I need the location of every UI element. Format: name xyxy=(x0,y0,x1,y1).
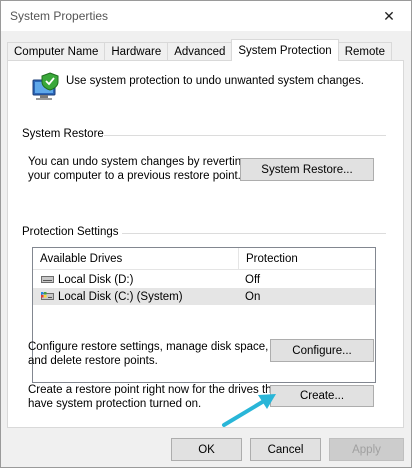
configure-description: Configure restore settings, manage disk … xyxy=(28,340,268,368)
computer-shield-icon xyxy=(32,72,59,100)
tab-label: System Protection xyxy=(238,44,332,57)
system-properties-window: System Properties ✕ Computer Name Hardwa… xyxy=(0,0,412,468)
tab-system-protection[interactable]: System Protection xyxy=(231,39,339,61)
description-line: You can undo system changes by reverting xyxy=(28,156,248,168)
close-icon: ✕ xyxy=(383,7,395,24)
cancel-button[interactable]: Cancel xyxy=(250,438,321,461)
tab-label: Computer Name xyxy=(14,46,99,58)
tab-strip: Computer Name Hardware Advanced System P… xyxy=(7,39,392,61)
description-line: and delete restore points. xyxy=(28,355,158,367)
create-button[interactable]: Create... xyxy=(270,385,374,407)
table-row[interactable]: Local Disk (D:) Off xyxy=(33,271,375,288)
intro-text: Use system protection to undo unwanted s… xyxy=(66,75,364,87)
configure-button[interactable]: Configure... xyxy=(270,339,374,362)
tab-hardware[interactable]: Hardware xyxy=(104,42,169,61)
group-divider xyxy=(104,135,386,136)
tab-computer-name[interactable]: Computer Name xyxy=(7,42,106,61)
group-divider xyxy=(122,233,386,234)
apply-button: Apply xyxy=(329,438,404,461)
drive-protection-status: On xyxy=(245,290,261,303)
protection-settings-group-label: Protection Settings xyxy=(22,226,119,238)
description-line: your computer to a previous restore poin… xyxy=(28,170,241,182)
tab-label: Remote xyxy=(344,46,385,58)
drive-name: Local Disk (D:) xyxy=(58,273,134,286)
system-drive-icon xyxy=(41,292,54,300)
column-header-available-drives[interactable]: Available Drives xyxy=(33,248,238,269)
close-button[interactable]: ✕ xyxy=(375,4,403,28)
system-protection-panel: Use system protection to undo unwanted s… xyxy=(7,60,404,428)
system-restore-button[interactable]: System Restore... xyxy=(240,158,374,181)
tab-advanced[interactable]: Advanced xyxy=(167,42,233,61)
drive-protection-status: Off xyxy=(245,273,261,286)
window-title: System Properties xyxy=(10,9,109,23)
tab-remote[interactable]: Remote xyxy=(337,42,392,61)
table-row[interactable]: Local Disk (C:) (System) On xyxy=(33,288,375,305)
tab-label: Advanced xyxy=(174,46,226,58)
system-restore-group-label: System Restore xyxy=(22,128,104,140)
drive-name: Local Disk (C:) (System) xyxy=(58,290,183,303)
dialog-button-bar: OK Cancel Apply xyxy=(1,428,411,467)
system-restore-description: You can undo system changes by reverting… xyxy=(28,155,248,183)
drive-icon xyxy=(41,276,54,283)
column-header-protection[interactable]: Protection xyxy=(239,248,375,269)
description-line: Configure restore settings, manage disk … xyxy=(28,341,269,353)
arrow-icon xyxy=(222,394,276,427)
title-bar: System Properties ✕ xyxy=(1,1,411,31)
drives-list-header: Available Drives Protection xyxy=(33,248,375,270)
tab-label: Hardware xyxy=(111,46,162,58)
ok-button[interactable]: OK xyxy=(171,438,242,461)
